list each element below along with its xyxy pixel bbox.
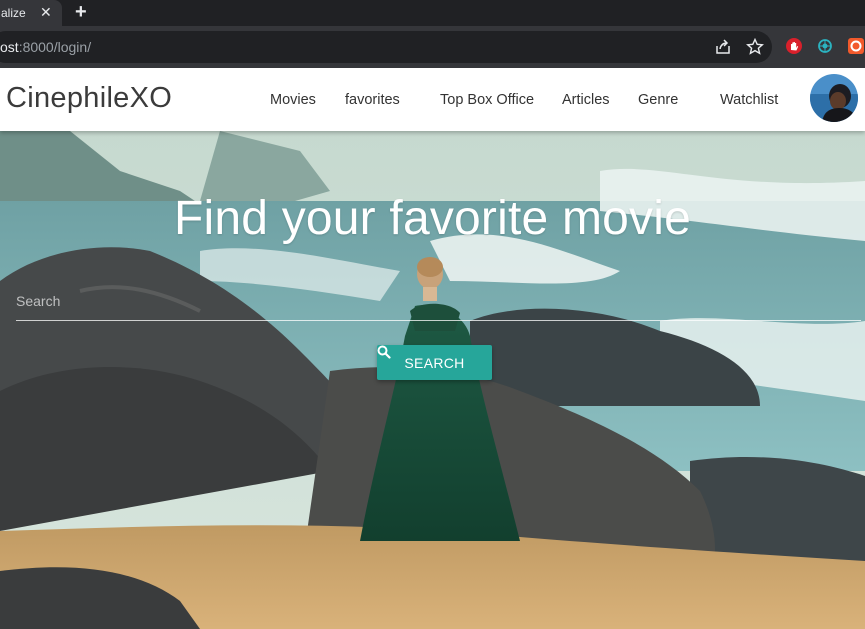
nav-favorites[interactable]: favorites (345, 92, 400, 108)
nav-articles[interactable]: Articles (562, 92, 610, 108)
web-page: CinephileXO Movies favorites Top Box Off… (0, 68, 865, 629)
site-navbar: CinephileXO Movies favorites Top Box Off… (0, 68, 865, 131)
avatar[interactable] (810, 74, 858, 122)
browser-tab-bar: alize ✕ + (0, 0, 865, 26)
search-input[interactable] (16, 281, 861, 321)
new-tab-icon[interactable]: + (75, 1, 87, 23)
nav-movies[interactable]: Movies (270, 92, 316, 108)
star-icon[interactable] (746, 38, 764, 56)
search-icon (377, 345, 391, 359)
address-bar[interactable]: ost:8000/login/ (0, 31, 772, 63)
site-logo[interactable]: CinephileXO (6, 82, 172, 115)
nav-watchlist[interactable]: Watchlist (720, 92, 778, 108)
search-button[interactable]: SEARCH (377, 345, 492, 380)
url-text: ost:8000/login/ (0, 39, 92, 55)
close-icon[interactable]: ✕ (40, 4, 52, 21)
extension-icon[interactable] (817, 38, 833, 54)
nav-genre[interactable]: Genre (638, 92, 678, 108)
adblock-icon[interactable] (786, 38, 802, 54)
hero-title: Find your favorite movie (173, 192, 691, 245)
tab-title: alize (1, 6, 26, 20)
brave-icon[interactable] (848, 38, 864, 54)
hero-section: Find your favorite movie SEARCH (0, 131, 865, 629)
share-icon[interactable] (714, 38, 732, 56)
browser-toolbar: ost:8000/login/ (0, 26, 865, 68)
nav-top-box-office[interactable]: Top Box Office (440, 92, 534, 108)
search-button-label: SEARCH (404, 354, 465, 371)
browser-tab[interactable]: alize ✕ (0, 0, 62, 26)
